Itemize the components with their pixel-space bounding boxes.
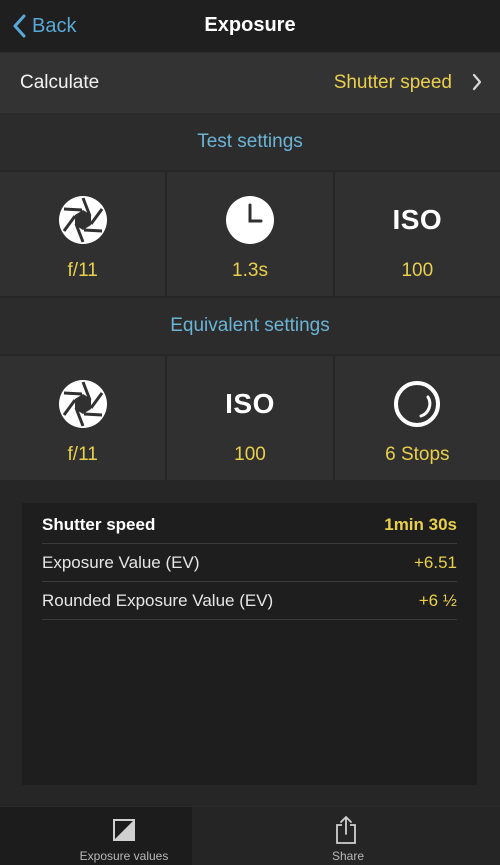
equivalent-settings-header: Equivalent settings [0, 298, 500, 354]
iso-icon: ISO [391, 194, 443, 246]
result-value: 1min 30s [384, 515, 457, 534]
result-row-ev: Exposure Value (EV) +6.51 [42, 543, 457, 582]
result-label: Shutter speed [42, 515, 156, 534]
tab-label: Share [331, 849, 365, 863]
equivalent-iso-cell[interactable]: ISO 100 [167, 356, 335, 480]
nd-filter-icon [391, 378, 443, 430]
test-iso-value: 100 [401, 260, 434, 281]
result-value: +6.51 [413, 553, 457, 572]
result-row-shutter-speed: Shutter speed 1min 30s [42, 505, 457, 544]
equivalent-aperture-value: f/11 [67, 444, 98, 465]
result-row-rounded-ev: Rounded Exposure Value (EV) +6 ½ [42, 581, 457, 620]
test-settings-grid: f/11 1.3s ISO 100 [0, 172, 500, 296]
navigation-bar: Back Exposure [0, 0, 500, 53]
result-label: Rounded Exposure Value (EV) [42, 591, 274, 610]
test-aperture-value: f/11 [67, 260, 98, 281]
equivalent-iso-value: 100 [234, 444, 266, 465]
calculate-value: Shutter speed [333, 72, 452, 93]
result-label: Exposure Value (EV) [42, 553, 200, 572]
result-value: +6 ½ [418, 591, 457, 610]
results-panel: Shutter speed 1min 30s Exposure Value (E… [22, 503, 477, 785]
test-shutter-value: 1.3s [232, 260, 268, 281]
iso-icon: ISO [224, 378, 276, 430]
page-title: Exposure [204, 14, 296, 36]
test-aperture-cell[interactable]: f/11 [0, 172, 168, 296]
tab-bar: Exposure values Share [0, 806, 500, 865]
exposure-icon [113, 819, 135, 841]
iso-icon-text: ISO [225, 388, 275, 419]
equivalent-nd-filter-cell[interactable]: 6 Stops [334, 356, 500, 480]
calculate-label: Calculate [20, 72, 100, 93]
chevron-right-icon [472, 73, 482, 91]
aperture-icon [57, 194, 109, 246]
test-settings-header: Test settings [0, 114, 500, 170]
equivalent-aperture-cell[interactable]: f/11 [0, 356, 168, 480]
equivalent-settings-grid: f/11 ISO 100 6 Stops [0, 356, 500, 480]
calculate-row[interactable]: Calculate Shutter speed [0, 53, 500, 114]
test-iso-cell[interactable]: ISO 100 [334, 172, 500, 296]
equivalent-settings-title: Equivalent settings [170, 315, 330, 336]
clock-icon [224, 194, 276, 246]
test-settings-title: Test settings [197, 131, 303, 152]
share-icon [336, 816, 356, 844]
iso-icon-text: ISO [392, 204, 443, 235]
aperture-icon [57, 378, 109, 430]
test-shutter-cell[interactable]: 1.3s [167, 172, 335, 296]
tab-share[interactable]: Share [192, 807, 500, 865]
equivalent-nd-value: 6 Stops [385, 444, 450, 465]
